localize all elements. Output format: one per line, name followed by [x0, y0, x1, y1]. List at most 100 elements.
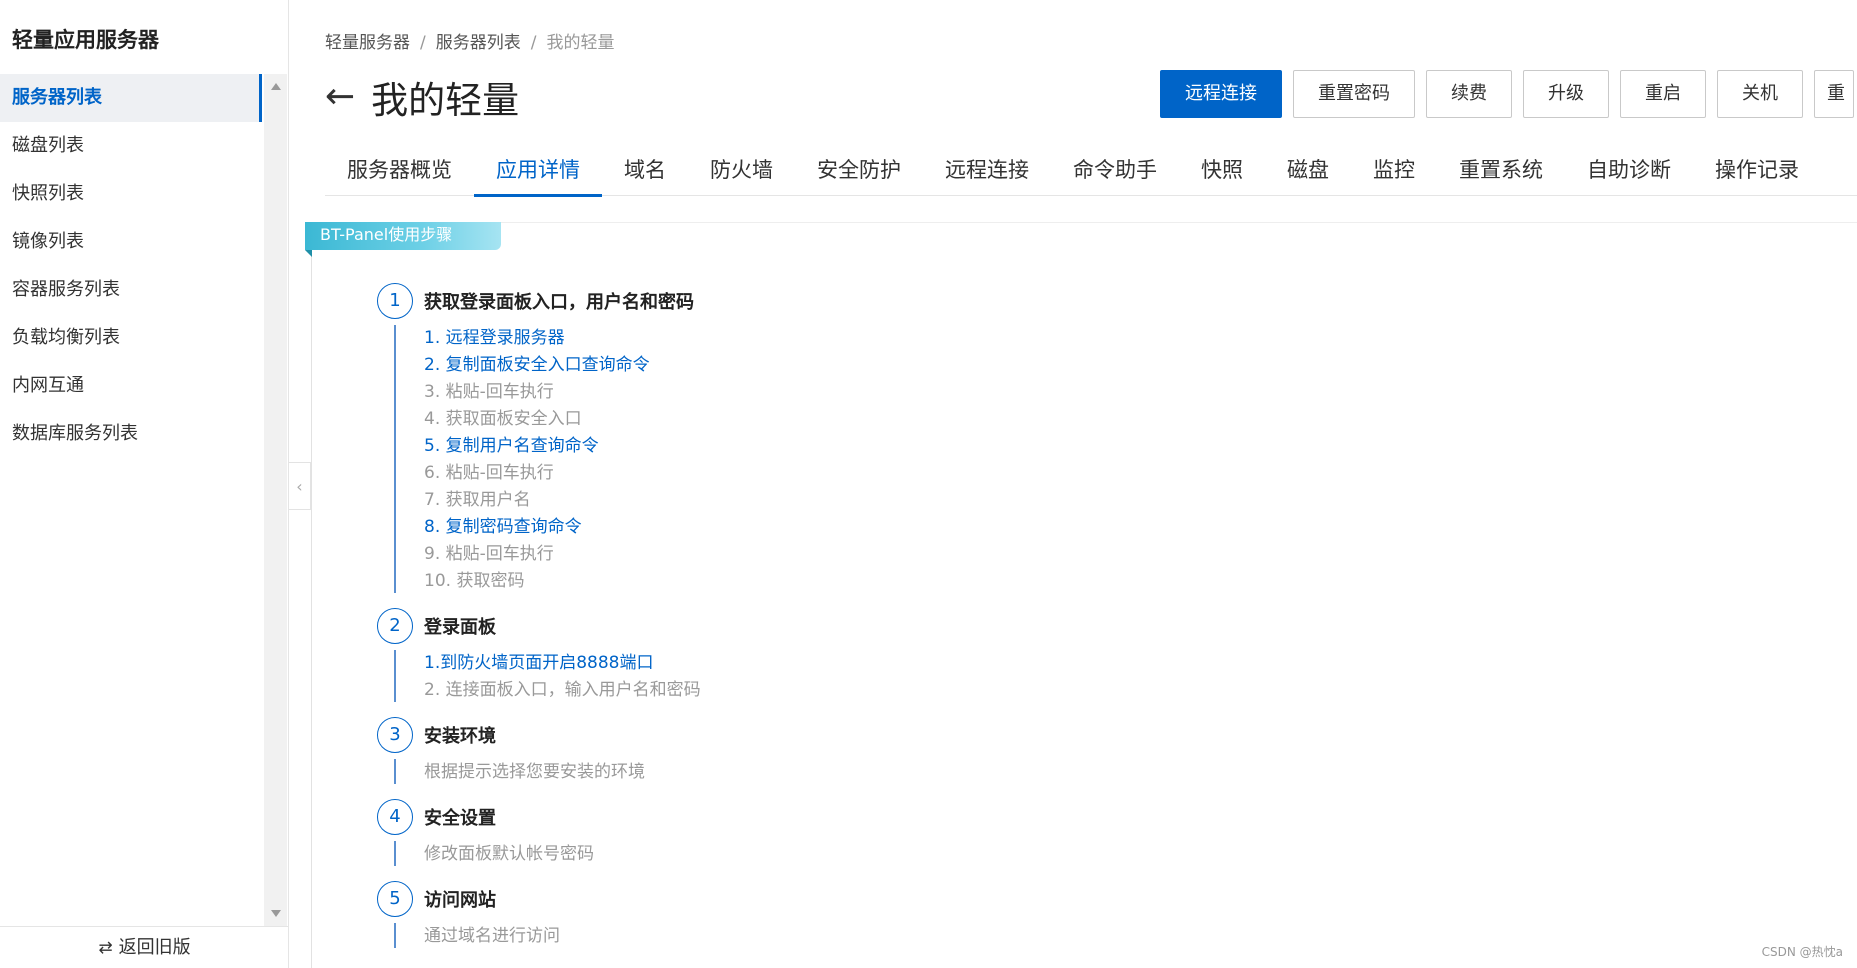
step-gap — [377, 704, 701, 717]
step-text: 4. 获取面板安全入口 — [424, 409, 582, 429]
step-gap — [377, 595, 701, 608]
step-text: 根据提示选择您要安装的环境 — [424, 762, 645, 782]
tab-snapshot[interactable]: 快照 — [1179, 148, 1265, 196]
step-text: 9. 粘贴-回车执行 — [424, 544, 554, 564]
step-title: 安全设置 — [424, 808, 496, 829]
step-link-copy-username-command[interactable]: 5. 复制用户名查询命令 — [424, 433, 701, 460]
step-body: 1. 远程登录服务器 2. 复制面板安全入口查询命令 3. 粘贴-回车执行 4.… — [394, 319, 701, 595]
breadcrumb: 轻量服务器 / 服务器列表 / 我的轻量 — [325, 28, 614, 53]
step-title: 获取登录面板入口，用户名和密码 — [424, 292, 694, 313]
tab-self-diagnosis[interactable]: 自助诊断 — [1565, 148, 1693, 196]
step-header: 4 安全设置 — [377, 799, 701, 835]
sidebar-item-server-list[interactable]: 服务器列表 — [0, 74, 262, 122]
sidebar-title: 轻量应用服务器 — [12, 28, 159, 52]
step-title: 登录面板 — [424, 617, 496, 638]
tab-command-assistant[interactable]: 命令助手 — [1051, 148, 1179, 196]
step-text: 3. 粘贴-回车执行 — [424, 382, 554, 402]
tab-reset-system[interactable]: 重置系统 — [1437, 148, 1565, 196]
sidebar-item-image-list[interactable]: 镜像列表 — [0, 218, 262, 266]
step-title: 访问网站 — [424, 890, 496, 911]
tab-security[interactable]: 安全防护 — [795, 148, 923, 196]
sidebar-item-database-list[interactable]: 数据库服务列表 — [0, 410, 262, 458]
sidebar-scrollbar[interactable] — [264, 74, 287, 926]
arrow-left-icon[interactable]: ← — [325, 79, 355, 115]
shutdown-button[interactable]: 关机 — [1717, 70, 1803, 118]
renew-button[interactable]: 续费 — [1426, 70, 1512, 118]
step-gap — [377, 868, 701, 881]
tab-app-details[interactable]: 应用详情 — [474, 148, 602, 197]
page-title: 我的轻量 — [371, 79, 520, 122]
remote-connect-button[interactable]: 远程连接 — [1160, 70, 1282, 118]
step-text: 通过域名进行访问 — [424, 926, 560, 946]
step-header: 2 登录面板 — [377, 608, 701, 644]
step-header: 3 安装环境 — [377, 717, 701, 753]
step-title: 安装环境 — [424, 726, 496, 747]
reset-system-button[interactable]: 重 — [1814, 70, 1854, 118]
sidebar-collapse-handle[interactable]: ‹ — [289, 462, 311, 510]
reset-password-button[interactable]: 重置密码 — [1293, 70, 1415, 118]
step-text: 修改面板默认帐号密码 — [424, 844, 594, 864]
tab-bar: 服务器概览 应用详情 域名 防火墙 安全防护 远程连接 命令助手 快照 磁盘 监… — [325, 148, 1857, 197]
tab-remote-connect[interactable]: 远程连接 — [923, 148, 1051, 196]
breadcrumb-item-lightweight-server[interactable]: 轻量服务器 — [325, 33, 410, 53]
return-old-version-label: 返回旧版 — [118, 937, 191, 958]
step-number: 1 — [377, 283, 413, 319]
swap-icon: ⇄ — [98, 938, 113, 958]
step-number: 5 — [377, 881, 413, 917]
breadcrumb-separator: / — [420, 33, 426, 53]
action-toolbar: 远程连接 重置密码 续费 升级 重启 关机 重 — [1160, 70, 1854, 118]
step-link-copy-password-command[interactable]: 8. 复制密码查询命令 — [424, 514, 701, 541]
tab-disk[interactable]: 磁盘 — [1265, 148, 1351, 196]
step-number: 4 — [377, 799, 413, 835]
chevron-left-icon: ‹ — [296, 476, 303, 496]
step-text: 7. 获取用户名 — [424, 490, 531, 510]
watermark: CSDN @热忱a — [1761, 945, 1843, 959]
sidebar-item-disk-list[interactable]: 磁盘列表 — [0, 122, 262, 170]
sidebar-item-snapshot-list[interactable]: 快照列表 — [0, 170, 262, 218]
tab-operation-log[interactable]: 操作记录 — [1693, 148, 1821, 196]
step-link-remote-login[interactable]: 1. 远程登录服务器 — [424, 325, 701, 352]
step-body: 1.到防火墙页面开启8888端口 2. 连接面板入口，输入用户名和密码 — [394, 644, 701, 704]
step-body: 根据提示选择您要安装的环境 — [394, 753, 701, 786]
step-5: 5 访问网站 通过域名进行访问 — [377, 881, 701, 950]
upgrade-button[interactable]: 升级 — [1523, 70, 1609, 118]
sidebar-item-load-balancer-list[interactable]: 负载均衡列表 — [0, 314, 262, 362]
step-body: 通过域名进行访问 — [394, 917, 701, 950]
tab-firewall[interactable]: 防火墙 — [688, 148, 795, 196]
step-3: 3 安装环境 根据提示选择您要安装的环境 — [377, 717, 701, 786]
step-text: 6. 粘贴-回车执行 — [424, 463, 554, 483]
title-row: ← 我的轻量 — [325, 70, 519, 124]
step-link-open-port-8888[interactable]: 1.到防火墙页面开启8888端口 — [424, 650, 701, 677]
sidebar-menu: 服务器列表 磁盘列表 快照列表 镜像列表 容器服务列表 负载均衡列表 内网互通 … — [0, 74, 262, 458]
breadcrumb-item-server-list[interactable]: 服务器列表 — [436, 33, 521, 53]
step-1: 1 获取登录面板入口，用户名和密码 1. 远程登录服务器 2. 复制面板安全入口… — [377, 283, 701, 595]
step-number: 3 — [377, 717, 413, 753]
app-details-panel: BT-Panel使用步骤 1 获取登录面板入口，用户名和密码 1. 远程登录服务… — [305, 222, 1857, 968]
return-old-version-button[interactable]: ⇄ 返回旧版 — [0, 926, 289, 968]
restart-button[interactable]: 重启 — [1620, 70, 1706, 118]
scroll-up-icon[interactable] — [271, 83, 281, 90]
step-number: 2 — [377, 608, 413, 644]
step-header: 1 获取登录面板入口，用户名和密码 — [377, 283, 701, 319]
main-content: 轻量服务器 / 服务器列表 / 我的轻量 ← 我的轻量 远程连接 重置密码 续费 升级 … — [305, 0, 1857, 968]
step-header: 5 访问网站 — [377, 881, 701, 917]
breadcrumb-separator: / — [530, 33, 537, 53]
step-gap — [377, 786, 701, 799]
step-text: 2. 连接面板入口，输入用户名和密码 — [424, 680, 701, 700]
tab-domain[interactable]: 域名 — [602, 148, 688, 196]
sidebar: 轻量应用服务器 服务器列表 磁盘列表 快照列表 镜像列表 容器服务列表 负载均衡… — [0, 0, 289, 968]
step-body: 修改面板默认帐号密码 — [394, 835, 701, 868]
step-4: 4 安全设置 修改面板默认帐号密码 — [377, 799, 701, 868]
breadcrumb-item-current: 我的轻量 — [546, 33, 615, 53]
step-link-copy-entry-command[interactable]: 2. 复制面板安全入口查询命令 — [424, 352, 701, 379]
ribbon-fold — [305, 250, 312, 257]
step-text: 10. 获取密码 — [424, 571, 525, 591]
scroll-down-icon[interactable] — [271, 910, 281, 917]
sidebar-item-intranet[interactable]: 内网互通 — [0, 362, 262, 410]
app-window: 轻量应用服务器 服务器列表 磁盘列表 快照列表 镜像列表 容器服务列表 负载均衡… — [0, 0, 1857, 968]
tab-monitor[interactable]: 监控 — [1351, 148, 1437, 196]
sidebar-item-container-list[interactable]: 容器服务列表 — [0, 266, 262, 314]
panel-ribbon: BT-Panel使用步骤 — [305, 222, 501, 250]
steps-list: 1 获取登录面板入口，用户名和密码 1. 远程登录服务器 2. 复制面板安全入口… — [377, 283, 701, 950]
tab-server-overview[interactable]: 服务器概览 — [325, 148, 474, 196]
